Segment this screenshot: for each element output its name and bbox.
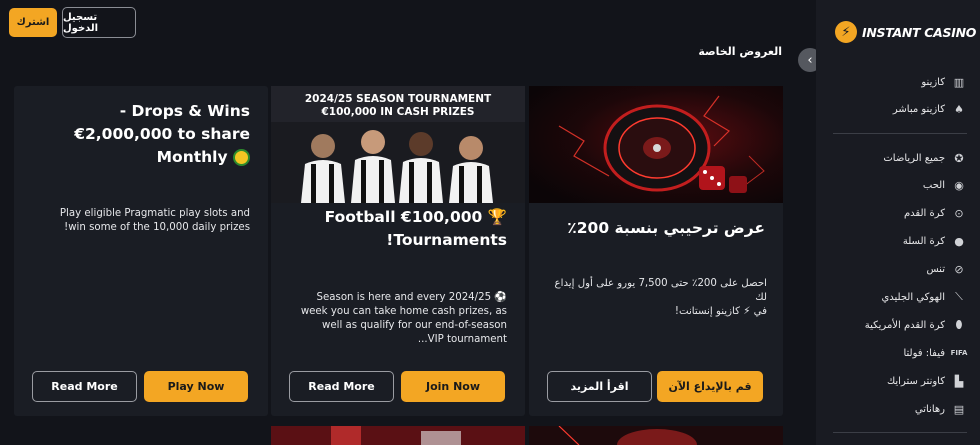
live-broadcast-icon: ◉ (954, 178, 964, 192)
lightning-logo-icon: ⚡ (835, 21, 857, 43)
sidebar-item-fifa-volta[interactable]: FIFA فيفا: فولتا (903, 343, 968, 363)
next-promo-image (271, 426, 525, 445)
card-title: - Drops & Wins €2,000,000 to share Month… (74, 102, 250, 166)
banner-text: 2024/25 SEASON TOURNAMENT €100,000 IN CA… (304, 93, 492, 118)
bet-slip-icon: ▤ (953, 402, 965, 416)
soccer-ball-icon: ⊙ (954, 206, 964, 220)
deposit-now-button[interactable]: قم بالإيداع الآن (657, 371, 763, 402)
sidebar-divider (833, 133, 967, 134)
sidebar-item-tennis[interactable]: ⊘ تنس (926, 259, 968, 279)
card-description: Play eligible Pragmatic play slots and !… (59, 208, 250, 233)
read-more-button[interactable]: Read More (32, 371, 137, 402)
sidebar-item-basketball[interactable]: ● كرة السلة (903, 231, 968, 251)
promo-card-welcome: عرض ترحيبي بنسبة 200٪ احصل على 200٪ حتى … (529, 86, 783, 416)
sidebar-item-live[interactable]: ◉ الحب (923, 175, 968, 195)
sports-star-icon: ✪ (954, 151, 964, 165)
american-football-icon: ⬮ (955, 318, 963, 331)
brand-logo[interactable]: ⚡ INSTANT CASINO (835, 21, 976, 43)
section-title: العروض الخاصة (698, 45, 782, 58)
read-more-button[interactable]: Read More (289, 371, 394, 402)
sidebar-item-ice-hockey[interactable]: ⟋ الهوكي الجليدي (881, 287, 968, 307)
card-description: Season is here and every 2024/25 ⚽ week … (300, 292, 507, 345)
card-description: احصل على 200٪ حتى 7,500 يورو على أول إيد… (554, 278, 767, 317)
promo-card-football: 2024/25 SEASON TOURNAMENT €100,000 IN CA… (271, 86, 525, 416)
sidebar-item-live-casino[interactable]: ♠ كازينو مباشر (893, 99, 968, 119)
football-banner-image: 2024/25 SEASON TOURNAMENT €100,000 IN CA… (271, 86, 525, 203)
join-button[interactable]: اشترك (9, 8, 57, 37)
play-now-button[interactable]: Play Now (144, 371, 248, 402)
read-more-button[interactable]: اقرأ المزيد (547, 371, 652, 402)
sidebar-item-counter-strike[interactable]: ▙ كاونتر سترايك (887, 371, 968, 391)
card-title: Football €100,000 🏆 !Tournaments (324, 208, 507, 249)
sidebar: ⚡ INSTANT CASINO ▥ كازينو ♠ كازينو مباشر… (816, 0, 980, 445)
sidebar-item-casino[interactable]: ▥ كازينو (921, 72, 968, 92)
sidebar-item-football[interactable]: ⊙ كرة القدم (904, 203, 968, 223)
sidebar-divider (833, 432, 967, 433)
fifa-icon: FIFA (950, 349, 968, 357)
tennis-racket-icon: ⊘ (954, 262, 964, 276)
login-button[interactable]: تسجيل الدخول (62, 7, 136, 38)
counter-strike-icon: ▙ (954, 374, 964, 388)
hockey-stick-icon: ⟋ (955, 290, 963, 303)
join-now-button[interactable]: Join Now (401, 371, 505, 402)
chevron-left-icon: ‹ (807, 52, 813, 68)
sidebar-item-all-sports[interactable]: ✪ جميع الرياضات (883, 148, 968, 168)
promo-card-drops-wins: - Drops & Wins €2,000,000 to share Month… (14, 86, 268, 416)
slot-machine-icon: ▥ (953, 75, 965, 89)
roulette-banner-image (529, 86, 783, 203)
trophy-face-icon (233, 149, 250, 166)
cards-icon: ♠ (954, 102, 964, 116)
basketball-icon: ● (954, 234, 964, 248)
next-promo-image (529, 426, 783, 445)
card-title: عرض ترحيبي بنسبة 200٪ (567, 219, 765, 237)
sidebar-item-american-football[interactable]: ⬮ كرة القدم الأمريكية (865, 315, 968, 335)
sidebar-item-my-bets[interactable]: ▤ رهاناتي (915, 399, 968, 419)
